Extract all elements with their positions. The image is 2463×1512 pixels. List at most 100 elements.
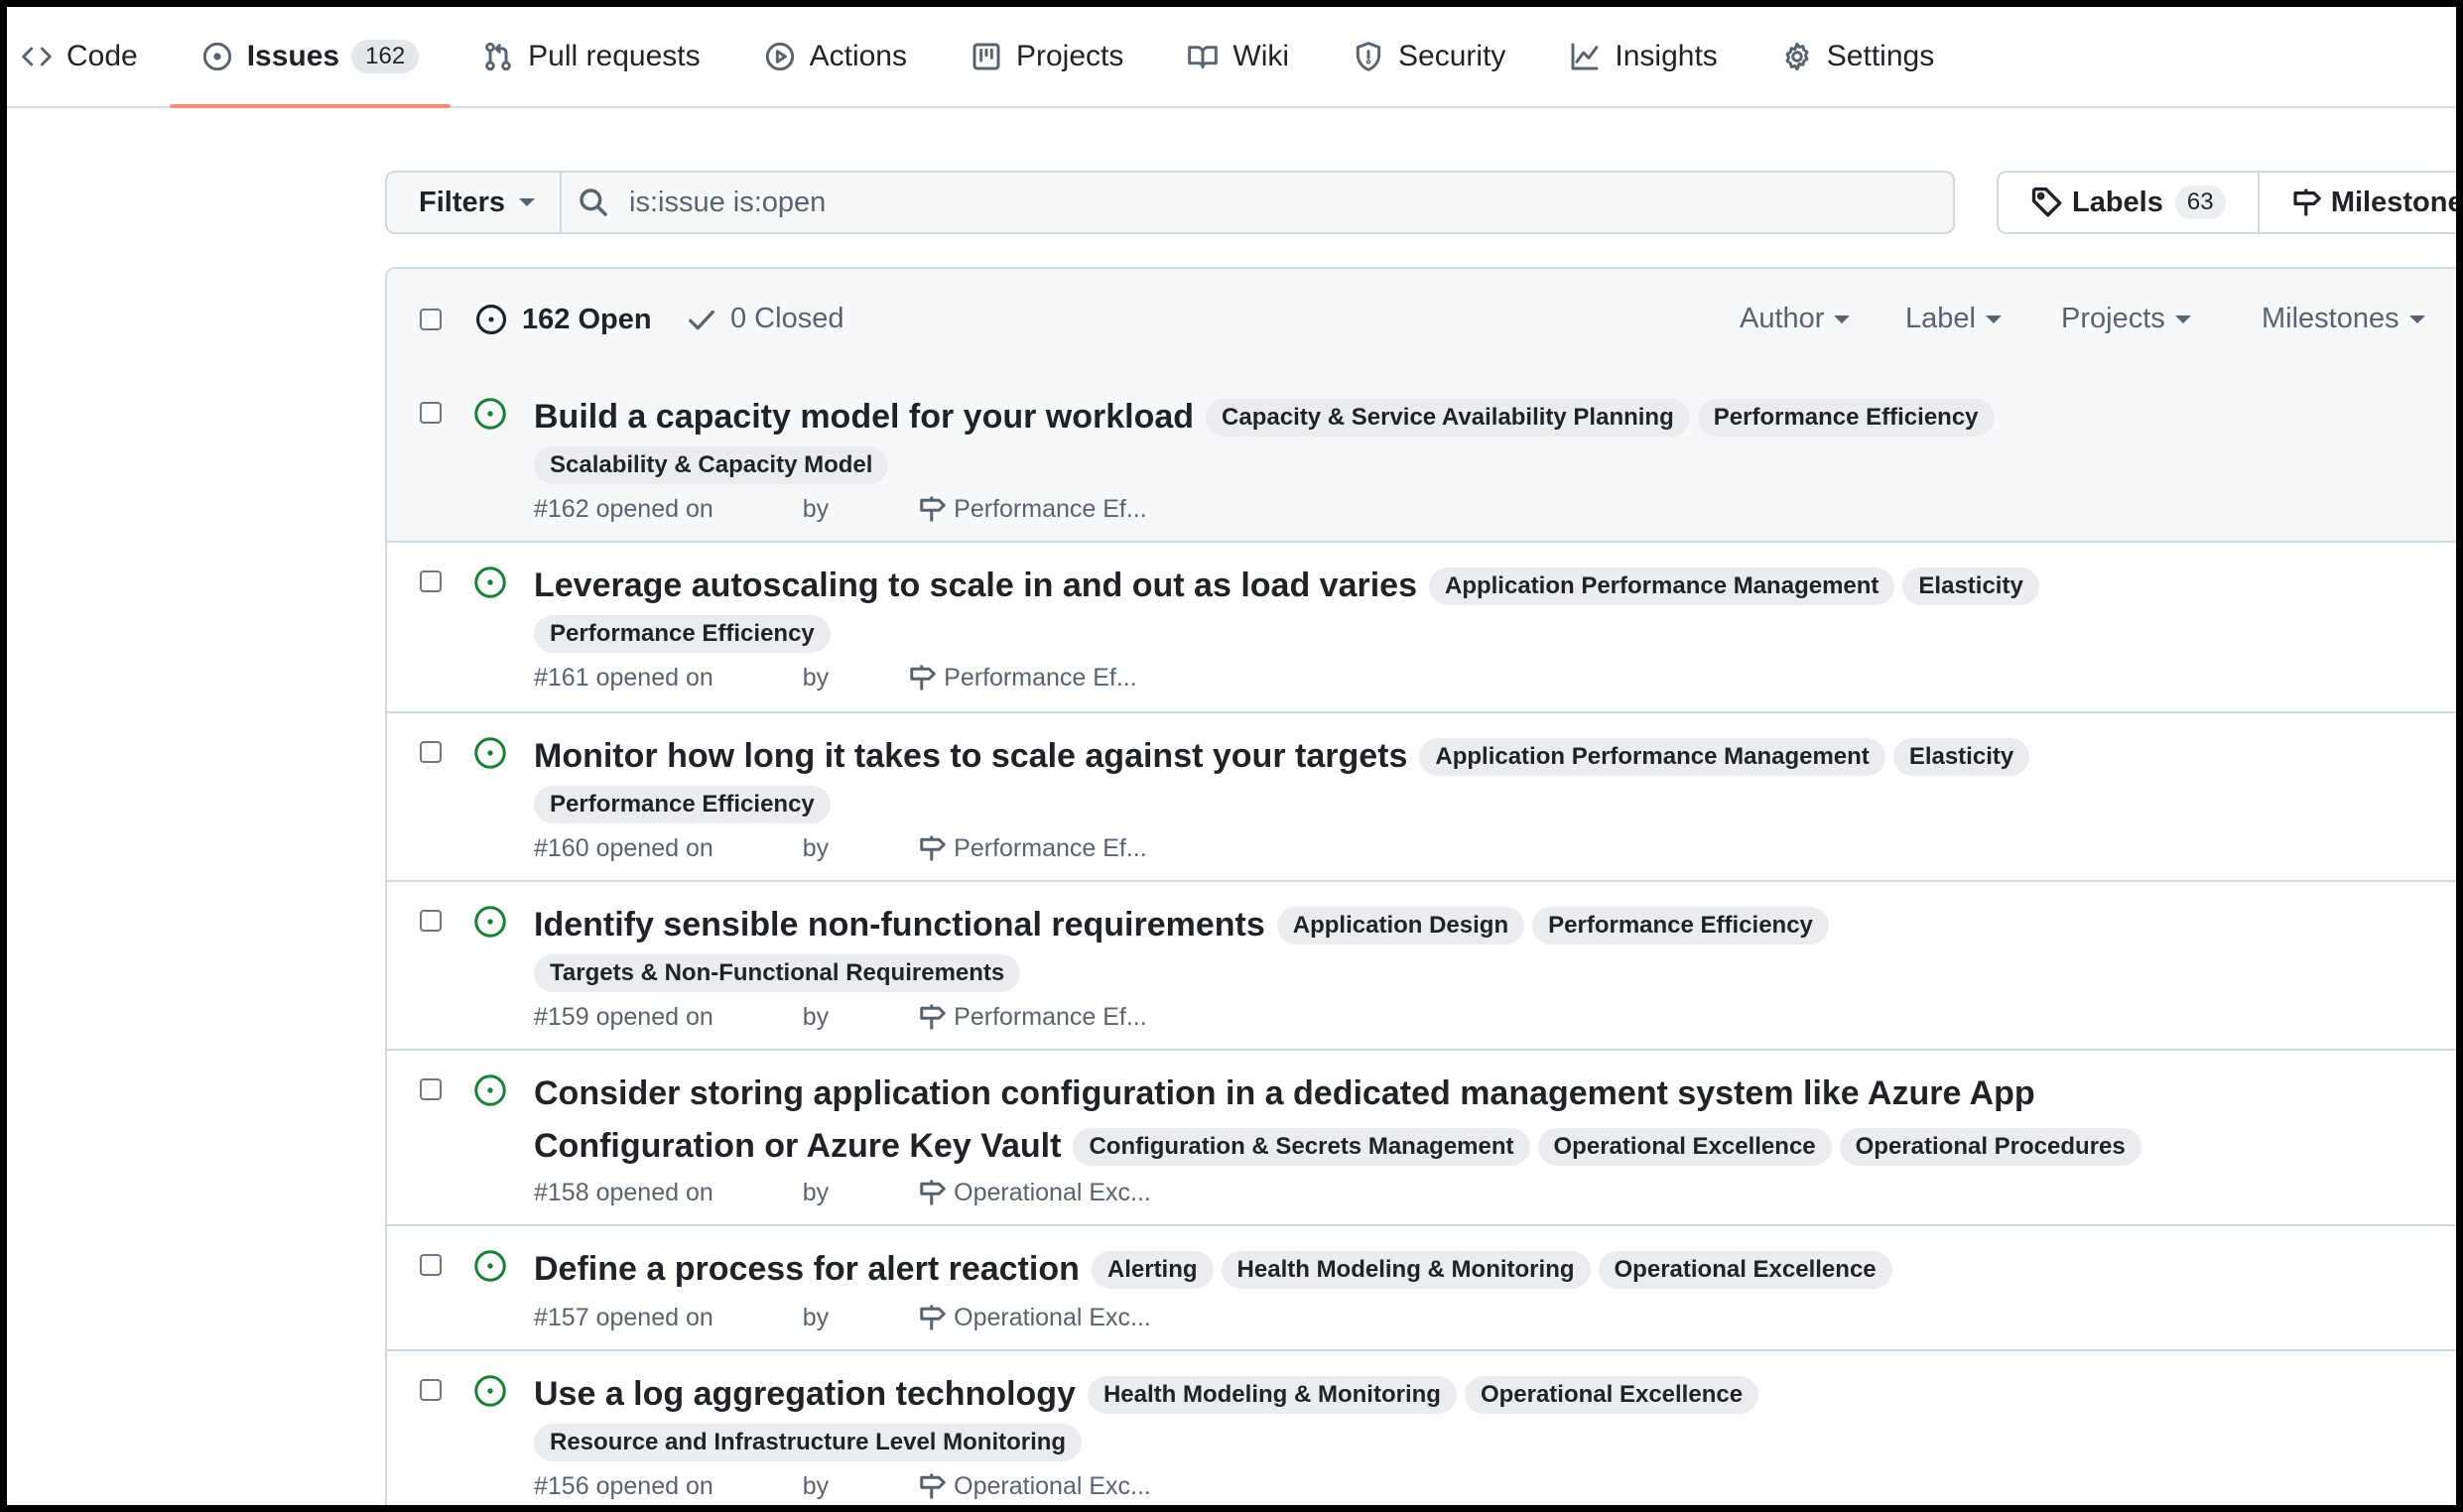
milestone-icon <box>920 1004 946 1030</box>
issue-row[interactable]: Identify sensible non-functional require… <box>387 882 2456 1051</box>
issue-label[interactable]: Performance Efficiency <box>534 615 831 653</box>
issue-label[interactable]: Operational Procedures <box>1839 1128 2141 1166</box>
issue-checkbox[interactable] <box>420 910 442 932</box>
projects-filter-label: Projects <box>2061 303 2165 334</box>
issue-milestone[interactable]: Operational Exc... <box>918 1471 1151 1501</box>
issue-label[interactable]: Operational Excellence <box>1464 1376 1759 1414</box>
open-issues-toggle[interactable]: 162 Open <box>474 303 652 336</box>
issue-milestone[interactable]: Operational Exc... <box>918 1303 1151 1332</box>
issue-label[interactable]: Operational Excellence <box>1537 1128 1832 1166</box>
issue-row[interactable]: Use a log aggregation technology Health M… <box>387 1351 2456 1505</box>
issue-label[interactable]: Health Modeling & Monitoring <box>1087 1376 1457 1414</box>
milestones-label: Milestone <box>2330 186 2456 218</box>
issue-label[interactable]: Performance Efficiency <box>1697 399 1995 437</box>
label-filter[interactable]: Label <box>1905 303 2002 335</box>
tab-settings[interactable]: Settings <box>1750 7 1966 106</box>
issue-author-text: by <box>802 663 830 692</box>
issue-checkbox[interactable] <box>420 1379 442 1401</box>
book-icon <box>1188 46 1219 69</box>
issue-label[interactable]: Health Modeling & Monitoring <box>1221 1251 1591 1289</box>
tab-insights[interactable]: Insights <box>1537 7 1749 106</box>
issue-label[interactable]: Performance Efficiency <box>1532 907 1829 945</box>
issue-row[interactable]: Consider storing application configurati… <box>387 1051 2456 1226</box>
milestone-label: Performance Ef... <box>944 663 1137 692</box>
code-icon <box>22 47 52 66</box>
author-filter[interactable]: Author <box>1740 303 1851 335</box>
issue-label[interactable]: Application Design <box>1276 907 1525 945</box>
issue-title-link[interactable]: Identify sensible non-functional require… <box>534 906 1265 944</box>
issue-title-link[interactable]: Use a log aggregation technology <box>534 1375 1076 1413</box>
issue-checkbox[interactable] <box>420 1078 442 1100</box>
tab-label: Wiki <box>1232 40 1290 72</box>
issue-search-input[interactable] <box>629 186 1919 219</box>
issue-filter-bar: Filters <box>385 171 1955 234</box>
issue-title-link[interactable]: Leverage autoscaling to scale in and out… <box>534 567 1417 604</box>
tab-actions[interactable]: Actions <box>732 7 939 106</box>
issue-label[interactable]: Configuration & Secrets Management <box>1073 1128 1530 1166</box>
issue-title-line: Monitor how long it takes to scale again… <box>534 733 2280 833</box>
tab-label: Issues <box>246 40 340 72</box>
issue-number: #159 <box>534 1002 589 1031</box>
issue-label[interactable]: Capacity & Service Availability Planning <box>1206 399 1690 437</box>
issue-checkbox[interactable] <box>420 1254 442 1276</box>
filters-dropdown[interactable]: Filters <box>385 171 562 234</box>
issue-milestone[interactable]: Operational Exc... <box>918 1178 1151 1207</box>
tab-projects[interactable]: Projects <box>939 7 1155 106</box>
issue-title-link[interactable]: Monitor how long it takes to scale again… <box>534 737 1407 775</box>
caret-down-icon <box>1985 315 2002 323</box>
issue-milestone[interactable]: Performance Ef... <box>918 494 1147 524</box>
labels-button[interactable]: Labels 63 <box>1997 171 2260 234</box>
issue-author-text: by <box>802 1178 830 1206</box>
milestone-label: Performance Ef... <box>954 1002 1147 1031</box>
labels-label: Labels <box>2072 186 2163 218</box>
issue-row[interactable]: Build a capacity model for your workload… <box>387 374 2456 543</box>
issue-checkbox[interactable] <box>420 402 442 424</box>
issues-list: 162 Open 0 Closed Author Label Projects … <box>385 267 2456 1505</box>
issue-label[interactable]: Application Performance Management <box>1428 567 1895 605</box>
issue-milestone[interactable]: Performance Ef... <box>908 663 1137 693</box>
caret-down-icon <box>1834 315 1851 323</box>
projects-filter[interactable]: Projects <box>2061 303 2191 335</box>
tab-pull-requests[interactable]: Pull requests <box>451 7 731 106</box>
milestones-button[interactable]: Milestone <box>2259 171 2456 234</box>
labels-count-badge: 63 <box>2174 186 2226 219</box>
tab-wiki[interactable]: Wiki <box>1155 7 1321 106</box>
search-box <box>562 171 1955 234</box>
milestones-filter-label: Milestones <box>2262 303 2399 334</box>
issue-milestone[interactable]: Performance Ef... <box>918 1002 1147 1032</box>
issue-title-link[interactable]: Define a process for alert reaction <box>534 1250 1080 1288</box>
project-board-icon <box>972 43 1000 70</box>
issue-meta: #156 opened on by Operational Exc... <box>534 1471 1151 1501</box>
milestones-filter[interactable]: Milestones <box>2262 303 2425 335</box>
issue-checkbox[interactable] <box>420 741 442 763</box>
issue-label[interactable]: Resource and Infrastructure Level Monito… <box>534 1424 1083 1461</box>
issues-count-badge: 162 <box>351 40 420 73</box>
closed-issues-toggle[interactable]: 0 Closed <box>687 303 843 335</box>
issue-row[interactable]: Define a process for alert reaction Alert… <box>387 1226 2456 1351</box>
milestone-label: Performance Ef... <box>954 494 1147 523</box>
issue-row[interactable]: Monitor how long it takes to scale again… <box>387 713 2456 882</box>
issue-label[interactable]: Scalability & Capacity Model <box>534 446 889 484</box>
issue-label[interactable]: Operational Excellence <box>1598 1251 1892 1289</box>
issue-label[interactable]: Performance Efficiency <box>534 786 831 823</box>
tab-code[interactable]: Code <box>7 7 170 106</box>
issue-milestone[interactable]: Performance Ef... <box>918 833 1147 863</box>
issue-label[interactable]: Elasticity <box>1892 738 2030 776</box>
issue-label[interactable]: Targets & Non-Functional Requirements <box>534 954 1021 992</box>
git-pull-request-icon <box>485 42 511 71</box>
issue-label[interactable]: Alerting <box>1091 1251 1214 1289</box>
tab-security[interactable]: Security <box>1321 7 1537 106</box>
issue-label[interactable]: Application Performance Management <box>1419 738 1885 776</box>
issue-label[interactable]: Elasticity <box>1902 567 2039 605</box>
play-icon <box>765 42 794 71</box>
issue-number: #158 <box>534 1178 589 1206</box>
tab-issues[interactable]: Issues 162 <box>169 7 452 108</box>
issue-title-link[interactable]: Build a capacity model for your workload <box>534 398 1194 436</box>
issue-row[interactable]: Leverage autoscaling to scale in and out… <box>387 543 2456 713</box>
github-issues-page: Code Issues 162 Pull requests Actions Pr… <box>7 7 2456 1505</box>
select-all-checkbox[interactable] <box>420 309 442 330</box>
issues-list-header: 162 Open 0 Closed Author Label Projects … <box>387 269 2456 376</box>
issue-checkbox[interactable] <box>420 570 442 592</box>
open-count-label: 162 Open <box>522 303 652 335</box>
caret-down-icon <box>2174 315 2191 323</box>
